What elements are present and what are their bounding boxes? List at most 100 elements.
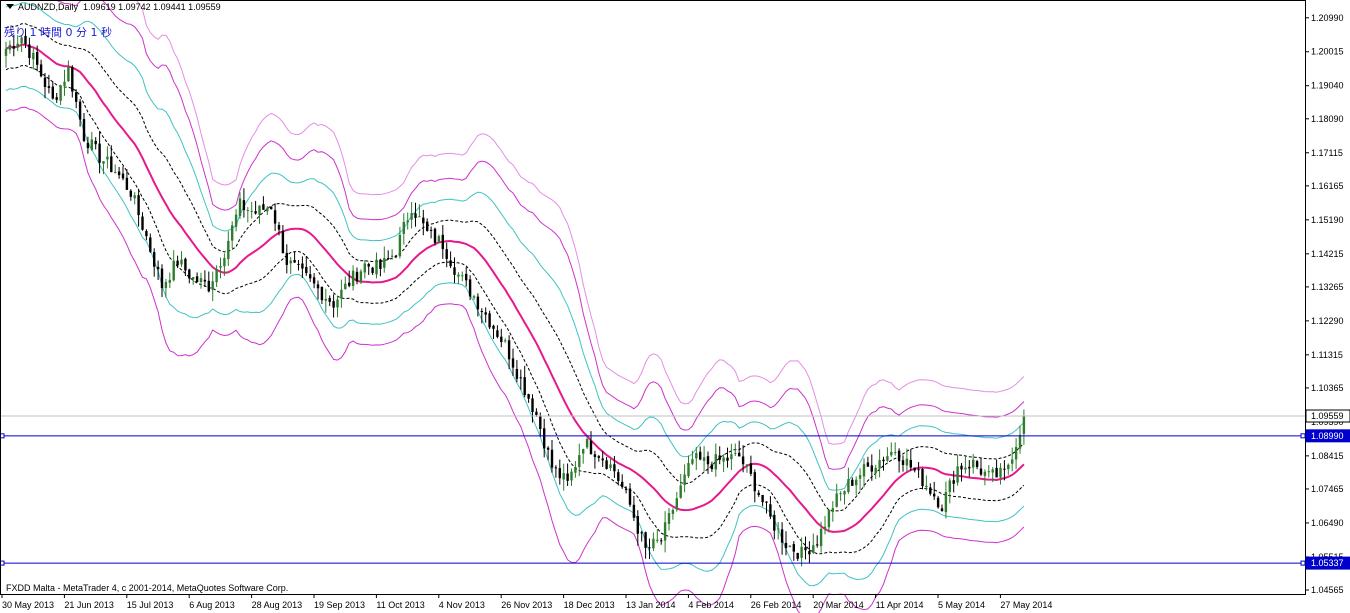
candle-body xyxy=(777,528,780,530)
candle-body xyxy=(441,234,444,250)
candle-body xyxy=(71,67,74,92)
candle-body xyxy=(75,92,78,102)
price-axis: 1.20990 1.20015 1.19040 1.18090 1.17115 1.161… xyxy=(1305,13,1350,595)
candle-body xyxy=(523,377,526,395)
candle-body xyxy=(184,258,187,271)
x-tick-label: 19 Sep 2013 xyxy=(314,600,365,610)
candle-body xyxy=(749,463,753,474)
candle-body xyxy=(660,540,663,542)
candle-body xyxy=(851,479,854,486)
candle-body xyxy=(738,452,741,457)
band-outer-lower xyxy=(5,106,1025,613)
candle-body xyxy=(39,64,43,77)
symbol: AUDNZD xyxy=(18,2,56,12)
candle-body xyxy=(624,488,628,491)
candle-body xyxy=(827,510,831,528)
candle-body xyxy=(839,493,842,495)
price-chart[interactable]: 1.20990 1.20015 1.19040 1.18090 1.17115 1.161… xyxy=(0,0,1350,613)
y-tick-label: 1.04565 xyxy=(1311,585,1344,595)
candle-body xyxy=(188,269,191,279)
candle-body xyxy=(332,301,335,308)
y-tick-label: 1.07465 xyxy=(1311,484,1344,494)
candle-body xyxy=(145,231,148,237)
candle-body xyxy=(106,156,109,160)
candle-body xyxy=(398,234,402,257)
candle-body xyxy=(816,544,819,546)
candle-body xyxy=(890,451,893,456)
y-tick-label: 1.08415 xyxy=(1311,451,1344,461)
candle-body xyxy=(1014,446,1018,460)
candle-body xyxy=(168,280,171,283)
candle-body xyxy=(886,456,889,461)
candle-body xyxy=(211,281,214,290)
candle-body xyxy=(504,340,507,342)
candle-body xyxy=(644,532,647,548)
candle-body xyxy=(273,210,277,224)
candle-body xyxy=(472,296,476,298)
candle-body xyxy=(909,459,912,468)
candle-body xyxy=(823,526,827,529)
candle-body xyxy=(328,297,331,302)
chart-header: AUDNZD,Daily 1.09619 1.09742 1.09441 1.0… xyxy=(6,2,221,12)
candle-body xyxy=(944,491,948,513)
candle-body xyxy=(999,467,1002,478)
candle-body xyxy=(765,501,768,503)
candle-body xyxy=(734,452,737,454)
candle-body xyxy=(426,221,429,231)
candle-body xyxy=(215,269,218,283)
candle-body xyxy=(262,204,265,210)
candle-body xyxy=(1007,464,1010,470)
candle-body xyxy=(960,465,963,470)
x-tick-label: 20 Mar 2014 xyxy=(813,600,864,610)
candle-body xyxy=(745,464,749,466)
candle-body xyxy=(301,263,304,269)
candle-body xyxy=(437,236,441,242)
candle-body xyxy=(468,279,472,297)
candle-body xyxy=(780,529,784,543)
candle-body xyxy=(125,177,129,190)
y-tick-label: 1.12290 xyxy=(1311,316,1344,326)
candle-body xyxy=(531,398,534,413)
envelope-upper xyxy=(135,0,1025,445)
candle-body xyxy=(137,195,140,216)
x-tick-label: 6 Aug 2013 xyxy=(189,600,235,610)
candle-body xyxy=(925,485,928,488)
indicator-bands xyxy=(5,0,1025,613)
x-tick-label: 5 May 2014 xyxy=(938,600,985,610)
candle-body xyxy=(792,544,795,552)
candle-body xyxy=(406,220,409,223)
candle-body xyxy=(312,277,316,284)
y-tick-label: 1.20990 xyxy=(1311,13,1344,23)
candle-body xyxy=(605,460,608,469)
candle-body xyxy=(250,210,253,212)
candle-body xyxy=(550,449,554,468)
candle-body xyxy=(855,479,858,486)
x-tick-label: 4 Nov 2013 xyxy=(439,600,485,610)
dropdown-triangle-icon[interactable] xyxy=(6,4,14,9)
candle-body xyxy=(667,513,671,524)
candle-body xyxy=(488,313,491,328)
y-tick-label: 1.11315 xyxy=(1311,350,1343,360)
price-label: 1.08990 xyxy=(1311,431,1344,441)
candle-body xyxy=(964,467,967,470)
candle-body xyxy=(129,190,132,197)
price-label: 1.09559 xyxy=(1311,411,1344,421)
candle-body xyxy=(968,466,971,469)
candle-body xyxy=(972,459,975,468)
y-tick-label: 1.06490 xyxy=(1311,518,1344,528)
candle-body xyxy=(1011,459,1014,464)
candle-body xyxy=(340,289,343,299)
x-tick-label: 21 Jun 2013 xyxy=(64,600,114,610)
candle-body xyxy=(632,504,636,518)
candle-body xyxy=(507,340,511,360)
candle-body xyxy=(410,213,413,220)
candle-body xyxy=(566,473,569,481)
candle-body xyxy=(375,259,378,275)
candle-body xyxy=(913,467,916,471)
candle-body xyxy=(457,274,460,277)
candle-body xyxy=(445,249,448,259)
candle-body xyxy=(429,229,433,231)
band-middle-upper xyxy=(5,2,1025,491)
candle-body xyxy=(465,273,468,281)
candle-body xyxy=(297,263,300,265)
